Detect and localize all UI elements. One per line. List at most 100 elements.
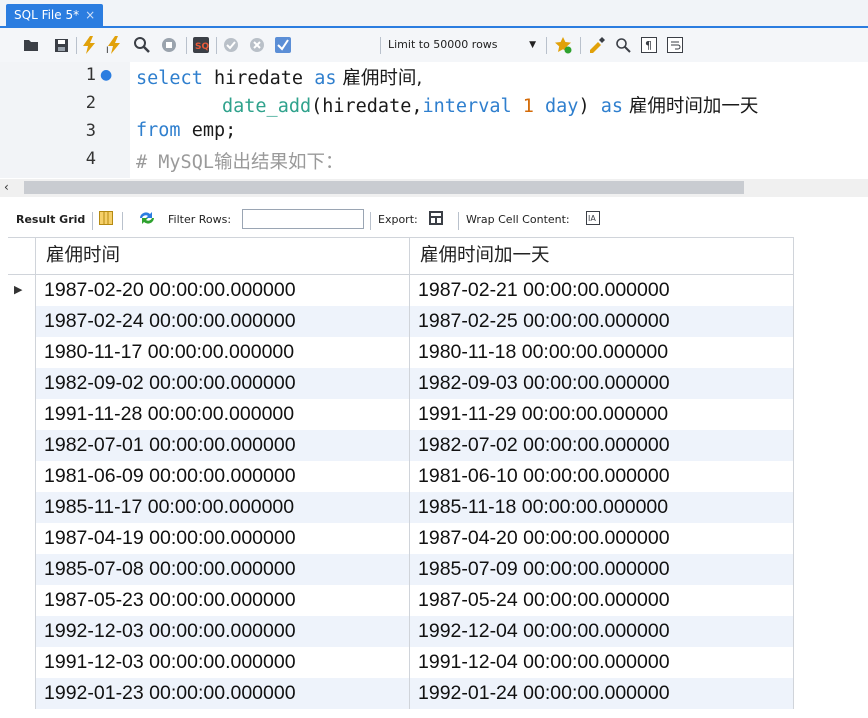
table-cell[interactable]: 1980-11-18 00:00:00.000000 [410, 337, 794, 368]
close-icon[interactable]: × [85, 8, 95, 22]
keyword: interval [422, 96, 512, 117]
row-selector[interactable] [8, 554, 36, 585]
scroll-left-icon[interactable]: ‹ [4, 180, 9, 194]
table-cell[interactable]: 1985-11-17 00:00:00.000000 [36, 492, 410, 523]
table-cell[interactable]: 1985-11-18 00:00:00.000000 [410, 492, 794, 523]
row-selector[interactable] [8, 399, 36, 430]
table-row[interactable]: 1991-11-28 00:00:00.000000 1991-11-29 00:… [8, 399, 794, 430]
table-cell[interactable]: 1991-12-03 00:00:00.000000 [36, 647, 410, 678]
sql-editor[interactable]: 1 ● 2 3 4 select hiredate as 雇佣时间, date_… [0, 62, 868, 178]
table-cell[interactable]: 1987-02-25 00:00:00.000000 [410, 306, 794, 337]
row-selector[interactable]: ▶ [8, 275, 36, 306]
export-icon[interactable] [428, 210, 448, 229]
toggle-autocommit-icon[interactable]: SQ [192, 36, 210, 54]
toolbar-separator [458, 212, 459, 230]
table-cell[interactable]: 1985-07-08 00:00:00.000000 [36, 554, 410, 585]
beautify-icon[interactable] [588, 36, 606, 54]
row-selector[interactable] [8, 430, 36, 461]
table-row[interactable]: 1981-06-09 00:00:00.000000 1981-06-10 00:… [8, 461, 794, 492]
table-cell[interactable]: 1982-07-01 00:00:00.000000 [36, 430, 410, 461]
explain-icon[interactable] [133, 36, 151, 54]
result-grid[interactable]: 雇佣时间 雇佣时间加一天 ▶ 1987-02-20 00:00:00.000000… [8, 237, 794, 709]
table-cell[interactable]: 1987-02-20 00:00:00.000000 [36, 275, 410, 306]
table-cell[interactable]: 1991-11-29 00:00:00.000000 [410, 399, 794, 430]
invisible-chars-icon[interactable]: ¶ [640, 36, 658, 54]
limit-rows-select[interactable]: Limit to 50000 rows ▼ [388, 35, 540, 55]
row-selector[interactable] [8, 306, 36, 337]
row-selector[interactable] [8, 678, 36, 709]
open-file-icon[interactable] [22, 36, 40, 54]
table-row[interactable]: 1992-01-23 00:00:00.000000 1992-01-24 00:… [8, 678, 794, 709]
filter-rows-label: Filter Rows: [168, 213, 232, 226]
row-selector[interactable] [8, 523, 36, 554]
stop-icon[interactable] [160, 36, 178, 54]
execute-icon[interactable] [80, 36, 98, 54]
table-cell[interactable]: 1991-11-28 00:00:00.000000 [36, 399, 410, 430]
line-number: 2 [85, 93, 96, 113]
table-row[interactable]: 1982-07-01 00:00:00.000000 1982-07-02 00:… [8, 430, 794, 461]
table-cell[interactable]: 1992-12-04 00:00:00.000000 [410, 616, 794, 647]
table-cell[interactable]: 1987-05-24 00:00:00.000000 [410, 585, 794, 616]
table-cell[interactable]: 1985-07-09 00:00:00.000000 [410, 554, 794, 585]
row-selector[interactable] [8, 616, 36, 647]
table-cell[interactable]: 1982-09-02 00:00:00.000000 [36, 368, 410, 399]
row-selector[interactable] [8, 368, 36, 399]
horizontal-scrollbar[interactable]: ‹ [0, 179, 868, 197]
row-selector-header [8, 238, 36, 274]
tab-sql-file[interactable]: SQL File 5* × [6, 4, 104, 28]
table-row[interactable]: 1985-11-17 00:00:00.000000 1985-11-18 00:… [8, 492, 794, 523]
table-cell[interactable]: 1980-11-17 00:00:00.000000 [36, 337, 410, 368]
table-row[interactable]: 1992-12-03 00:00:00.000000 1992-12-04 00:… [8, 616, 794, 647]
row-selector[interactable] [8, 585, 36, 616]
keyword: day [545, 96, 579, 117]
find-icon[interactable] [614, 36, 632, 54]
filter-rows-input[interactable] [242, 209, 364, 229]
tab-title: SQL File 5* [14, 8, 80, 22]
table-row[interactable]: 1987-05-23 00:00:00.000000 1987-05-24 00:… [8, 585, 794, 616]
scrollbar-thumb[interactable] [24, 181, 744, 194]
table-cell[interactable]: 1992-01-24 00:00:00.000000 [410, 678, 794, 709]
column-header[interactable]: 雇佣时间加一天 [410, 238, 794, 274]
word-wrap-icon[interactable] [666, 36, 684, 54]
row-selector[interactable] [8, 492, 36, 523]
result-grid-tab[interactable]: Result Grid [16, 213, 85, 226]
rollback-icon[interactable] [248, 36, 266, 54]
table-cell[interactable]: 1982-09-03 00:00:00.000000 [410, 368, 794, 399]
execute-current-icon[interactable]: I [106, 36, 124, 54]
transaction-icon[interactable] [274, 36, 292, 54]
table-cell[interactable]: 1981-06-09 00:00:00.000000 [36, 461, 410, 492]
save-icon[interactable] [52, 36, 70, 54]
table-cell[interactable]: 1987-02-24 00:00:00.000000 [36, 306, 410, 337]
alias-text: 雇佣时间加一天 [623, 96, 759, 117]
table-cell[interactable]: 1987-02-21 00:00:00.000000 [410, 275, 794, 306]
grid-view-icon[interactable] [99, 211, 113, 228]
add-snippet-icon[interactable] [554, 36, 572, 54]
line-number: 3 [85, 121, 96, 141]
table-cell[interactable]: 1987-05-23 00:00:00.000000 [36, 585, 410, 616]
table-cell[interactable]: 1992-12-03 00:00:00.000000 [36, 616, 410, 647]
table-row[interactable]: 1991-12-03 00:00:00.000000 1991-12-04 00:… [8, 647, 794, 678]
column-header[interactable]: 雇佣时间 [36, 238, 410, 274]
table-cell[interactable]: 1987-04-20 00:00:00.000000 [410, 523, 794, 554]
row-selector[interactable] [8, 461, 36, 492]
commit-icon[interactable] [222, 36, 240, 54]
keyword: from [136, 120, 181, 141]
table-row[interactable]: 1987-04-19 00:00:00.000000 1987-04-20 00:… [8, 523, 794, 554]
table-row[interactable]: 1982-09-02 00:00:00.000000 1982-09-03 00:… [8, 368, 794, 399]
table-row[interactable]: 1980-11-17 00:00:00.000000 1980-11-18 00:… [8, 337, 794, 368]
table-row[interactable]: ▶ 1987-02-20 00:00:00.000000 1987-02-21 00… [8, 275, 794, 306]
row-selector[interactable] [8, 337, 36, 368]
table-row[interactable]: 1985-07-08 00:00:00.000000 1985-07-09 00:… [8, 554, 794, 585]
table-cell[interactable]: 1992-01-23 00:00:00.000000 [36, 678, 410, 709]
table-cell[interactable]: 1982-07-02 00:00:00.000000 [410, 430, 794, 461]
wrap-cell-icon[interactable]: IA [586, 211, 600, 228]
table-row[interactable]: 1987-02-24 00:00:00.000000 1987-02-25 00:… [8, 306, 794, 337]
table-cell[interactable]: 1991-12-04 00:00:00.000000 [410, 647, 794, 678]
table-cell[interactable]: 1981-06-10 00:00:00.000000 [410, 461, 794, 492]
refresh-icon[interactable] [138, 211, 156, 228]
table-cell[interactable]: 1987-04-19 00:00:00.000000 [36, 523, 410, 554]
code-line-1: select hiredate as 雇佣时间, [136, 64, 422, 90]
row-selector[interactable] [8, 647, 36, 678]
line-number: 4 [85, 149, 96, 169]
